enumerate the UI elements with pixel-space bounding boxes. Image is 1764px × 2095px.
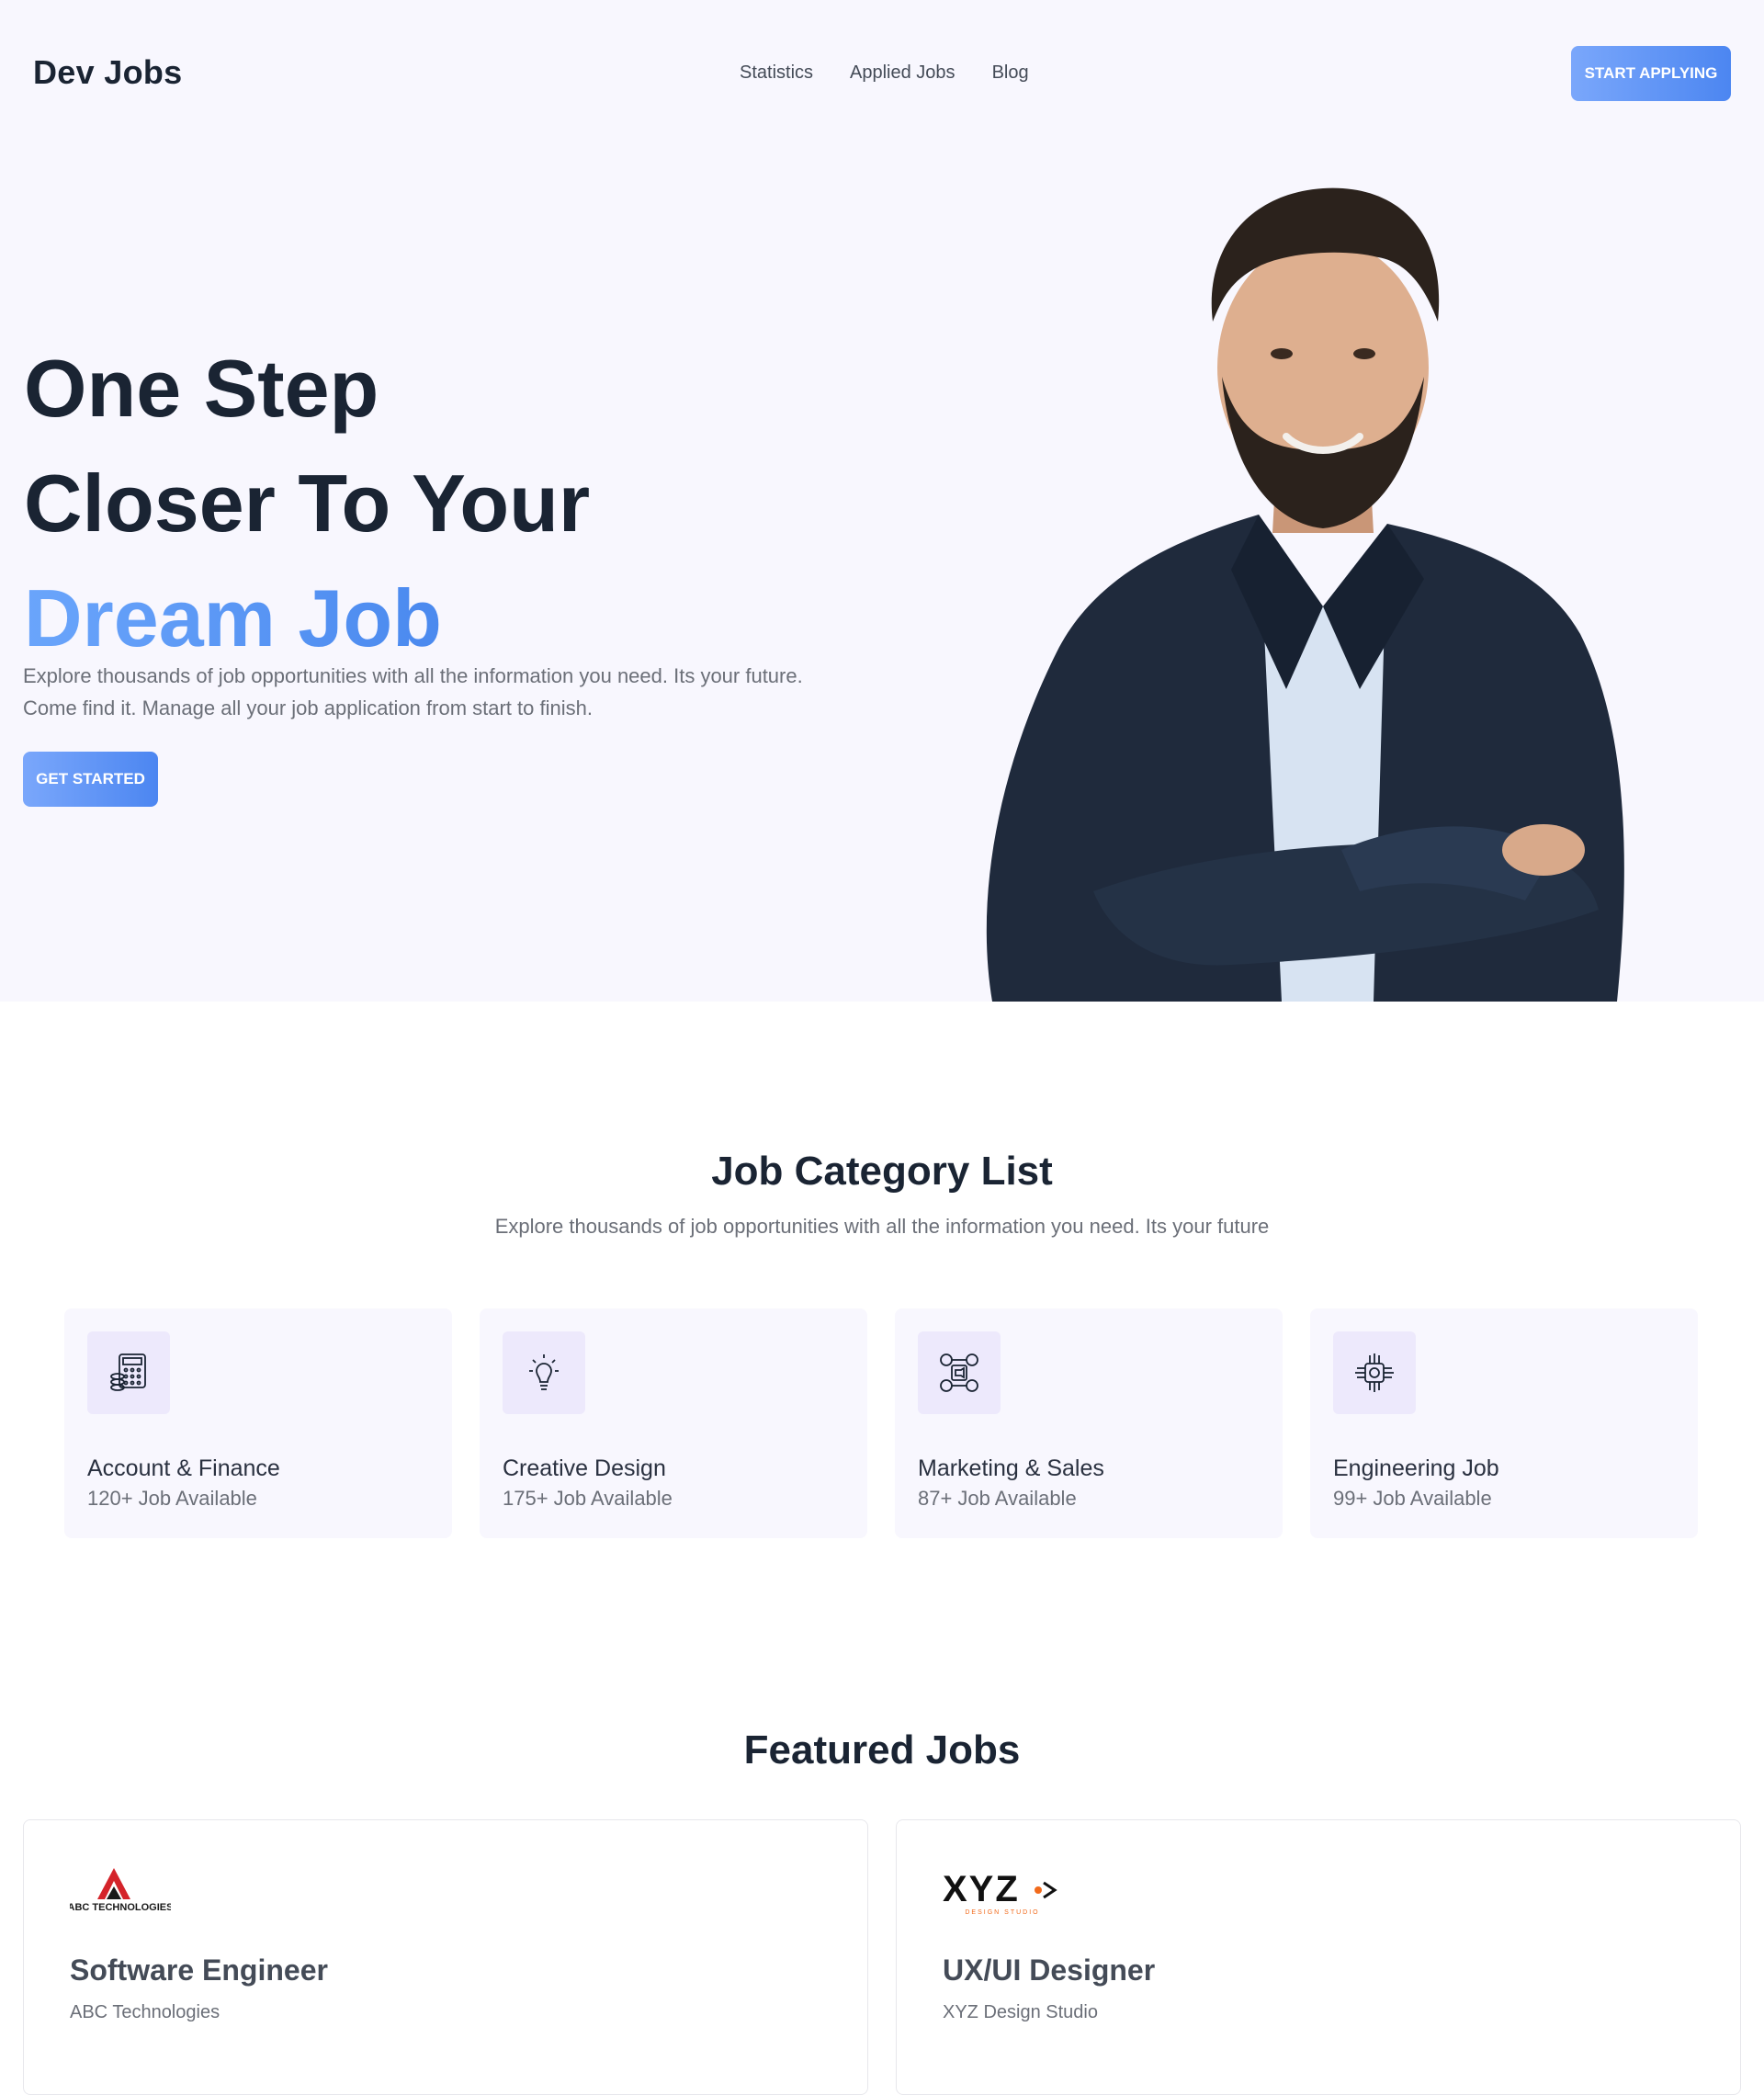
job-company: XYZ Design Studio <box>943 2002 1098 2022</box>
nav-links: Statistics Applied Jobs Blog <box>740 62 1029 84</box>
job-title[interactable]: Software Engineer <box>70 1953 328 1987</box>
category-count: 99+ Job Available <box>1333 1487 1492 1510</box>
job-card-software-engineer[interactable]: ABC TECHNOLOGIES Software Engineer ABC T… <box>23 1819 868 2095</box>
job-title[interactable]: UX/UI Designer <box>943 1953 1155 1987</box>
category-card-marketing-sales[interactable]: Marketing & Sales 87+ Job Available <box>895 1308 1283 1538</box>
category-name: Account & Finance <box>87 1455 280 1481</box>
social-media-icon <box>918 1331 1001 1414</box>
category-card-engineering-job[interactable]: Engineering Job 99+ Job Available <box>1310 1308 1698 1538</box>
calculator-icon <box>87 1331 170 1414</box>
svg-text:DESIGN STUDIO: DESIGN STUDIO <box>965 1909 1039 1916</box>
featured-job-grid: ABC TECHNOLOGIES Software Engineer ABC T… <box>23 1819 1741 2095</box>
category-name: Engineering Job <box>1333 1455 1499 1481</box>
get-started-button[interactable]: GET STARTED <box>23 752 158 807</box>
company-logo-abc: ABC TECHNOLOGIES <box>68 1864 173 1924</box>
category-count: 175+ Job Available <box>503 1487 673 1510</box>
hero-description: Explore thousands of job opportunities w… <box>23 664 803 719</box>
category-card-creative-design[interactable]: Creative Design 175+ Job Available <box>480 1308 867 1538</box>
category-card-account-finance[interactable]: Account & Finance 120+ Job Available <box>64 1308 452 1538</box>
category-count: 87+ Job Available <box>918 1487 1077 1510</box>
lightbulb-icon <box>503 1331 585 1414</box>
company-logo-xyz: XYZ DESIGN STUDIO <box>943 1864 1080 1924</box>
section-title-categories: Job Category List <box>711 1149 1053 1194</box>
hero-headline-accent: Dream Job <box>24 561 590 675</box>
category-grid: Account & Finance 120+ Job Available Cre… <box>64 1308 1700 1538</box>
hero-headline-line1: One Step <box>24 343 379 434</box>
category-name: Marketing & Sales <box>918 1455 1104 1481</box>
svg-text:XYZ: XYZ <box>943 1869 1020 1909</box>
category-name: Creative Design <box>503 1455 666 1481</box>
job-card-ux-ui-designer[interactable]: XYZ DESIGN STUDIO UX/UI Designer XYZ Des… <box>896 1819 1741 2095</box>
nav-link-applied-jobs[interactable]: Applied Jobs <box>850 62 956 84</box>
hero-headline-line2: Closer To Your <box>24 458 591 549</box>
brand-logo[interactable]: Dev Jobs <box>33 53 182 92</box>
category-count: 120+ Job Available <box>87 1487 257 1510</box>
section-subtitle-categories: Explore thousands of job opportunities w… <box>494 1215 1270 1238</box>
job-company: ABC Technologies <box>70 2002 220 2022</box>
nav-link-blog[interactable]: Blog <box>992 62 1029 84</box>
chip-icon <box>1333 1331 1416 1414</box>
hero-headline: One Step Closer To Your Dream Job <box>24 331 590 675</box>
top-navbar: Dev Jobs Statistics Applied Jobs Blog ST… <box>0 0 1764 152</box>
hero-section: Dev Jobs Statistics Applied Jobs Blog ST… <box>0 0 1764 1002</box>
svg-text:ABC TECHNOLOGIES: ABC TECHNOLOGIES <box>70 1902 171 1913</box>
start-applying-button[interactable]: START APPLYING <box>1571 46 1731 101</box>
hero-portrait-image <box>986 187 1624 1002</box>
nav-link-statistics[interactable]: Statistics <box>740 62 813 84</box>
section-title-featured: Featured Jobs <box>743 1727 1021 1772</box>
